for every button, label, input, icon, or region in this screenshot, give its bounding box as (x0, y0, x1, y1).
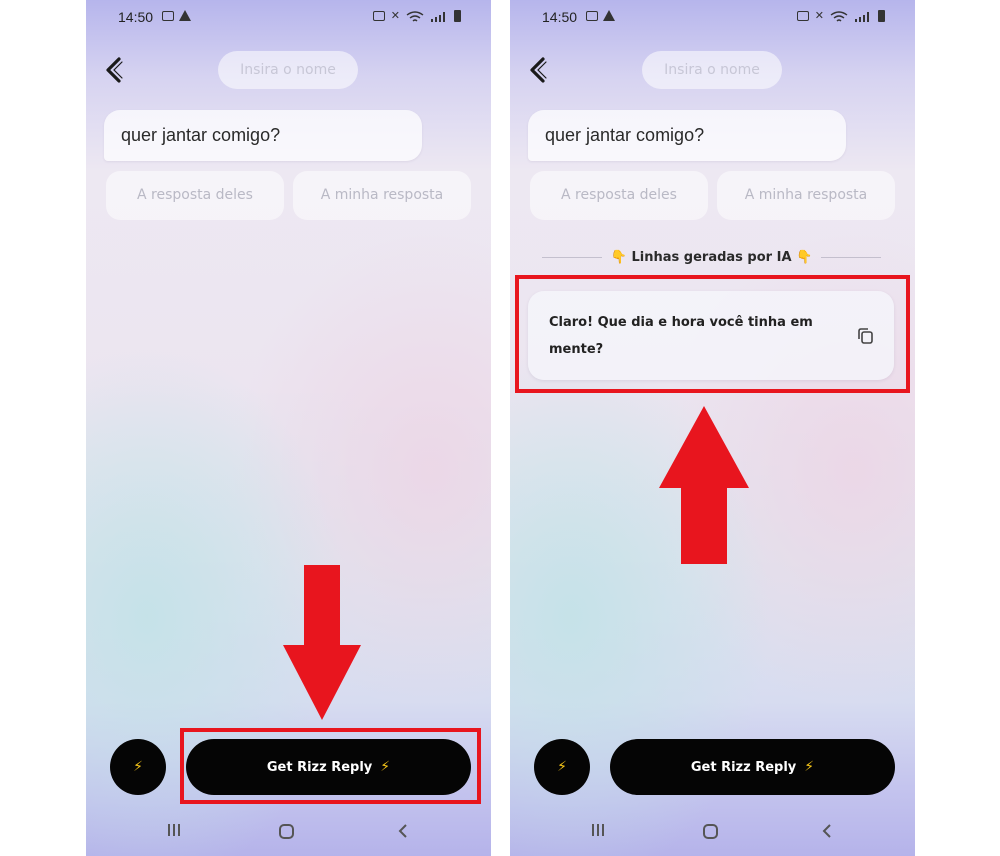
back-arrow-icon[interactable] (100, 54, 130, 86)
message-bubble[interactable]: quer jantar comigo? (104, 110, 422, 161)
pointing-down-hand-icon: 👇 (796, 249, 813, 265)
mute-icon: ✕ (814, 9, 824, 22)
notification-icon (586, 10, 598, 21)
back-arrow-icon[interactable] (524, 54, 554, 86)
get-rizz-reply-label: Get Rizz Reply (266, 759, 373, 775)
name-input[interactable]: Insira o nome (218, 51, 358, 89)
nav-back-icon[interactable] (820, 822, 834, 840)
mute-icon: ✕ (390, 9, 400, 22)
lightning-bolt-button[interactable]: ⚡ (534, 739, 590, 795)
phone-screen-after: 14:50 ✕ Insira o nome quer jantar comigo… (510, 0, 915, 856)
generated-reply-text: Claro! Que dia e hora você tinha em ment… (549, 315, 813, 357)
wifi-icon (830, 10, 848, 22)
lightning-bolt-icon: ⚡ (557, 759, 567, 775)
message-bubble[interactable]: quer jantar comigo? (528, 110, 846, 161)
get-rizz-reply-button[interactable]: Get Rizz Reply ⚡ (186, 739, 471, 795)
ai-lines-divider: 👇 Linhas geradas por IA 👇 (542, 247, 882, 267)
home-icon[interactable] (703, 824, 718, 839)
system-nav-bar (510, 818, 915, 846)
my-response-button[interactable]: A minha resposta (293, 171, 471, 220)
phone-screen-before: 14:50 ✕ Insira o nome quer jantar comigo… (86, 0, 491, 856)
their-response-button[interactable]: A resposta deles (106, 171, 284, 220)
notification-icon (162, 10, 174, 21)
lightning-bolt-button[interactable]: ⚡ (110, 739, 166, 795)
name-input[interactable]: Insira o nome (642, 51, 782, 89)
recent-apps-icon[interactable] (166, 822, 182, 838)
divider-line (542, 256, 602, 258)
lightning-bolt-icon: ⚡ (133, 759, 143, 775)
my-response-button[interactable]: A minha resposta (717, 171, 895, 220)
pointing-down-hand-icon: 👇 (610, 249, 627, 265)
get-rizz-reply-label: Get Rizz Reply (690, 759, 797, 775)
status-time: 14:50 (542, 9, 578, 25)
home-icon[interactable] (279, 824, 294, 839)
get-rizz-reply-button[interactable]: Get Rizz Reply ⚡ (610, 739, 895, 795)
their-response-button[interactable]: A resposta deles (530, 171, 708, 220)
generated-reply-card[interactable]: Claro! Que dia e hora você tinha em ment… (528, 291, 894, 380)
alarm-icon (372, 11, 385, 21)
lightning-bolt-icon: ⚡ (804, 759, 815, 775)
recent-apps-icon[interactable] (590, 822, 606, 838)
status-bar: 14:50 ✕ (86, 6, 491, 28)
battery-icon (878, 10, 885, 22)
signal-icon (855, 11, 869, 22)
status-time: 14:50 (118, 9, 154, 25)
lightning-bolt-icon: ⚡ (380, 759, 391, 775)
alarm-icon (796, 11, 809, 21)
warning-icon (603, 10, 615, 21)
nav-back-icon[interactable] (396, 822, 410, 840)
copy-icon[interactable] (856, 326, 876, 346)
ai-lines-label: Linhas geradas por IA (631, 249, 792, 265)
divider-line (821, 256, 882, 258)
status-bar: 14:50 ✕ (510, 6, 915, 28)
wifi-icon (406, 10, 424, 22)
battery-icon (454, 10, 461, 22)
system-nav-bar (86, 818, 491, 846)
signal-icon (431, 11, 445, 22)
warning-icon (179, 10, 191, 21)
